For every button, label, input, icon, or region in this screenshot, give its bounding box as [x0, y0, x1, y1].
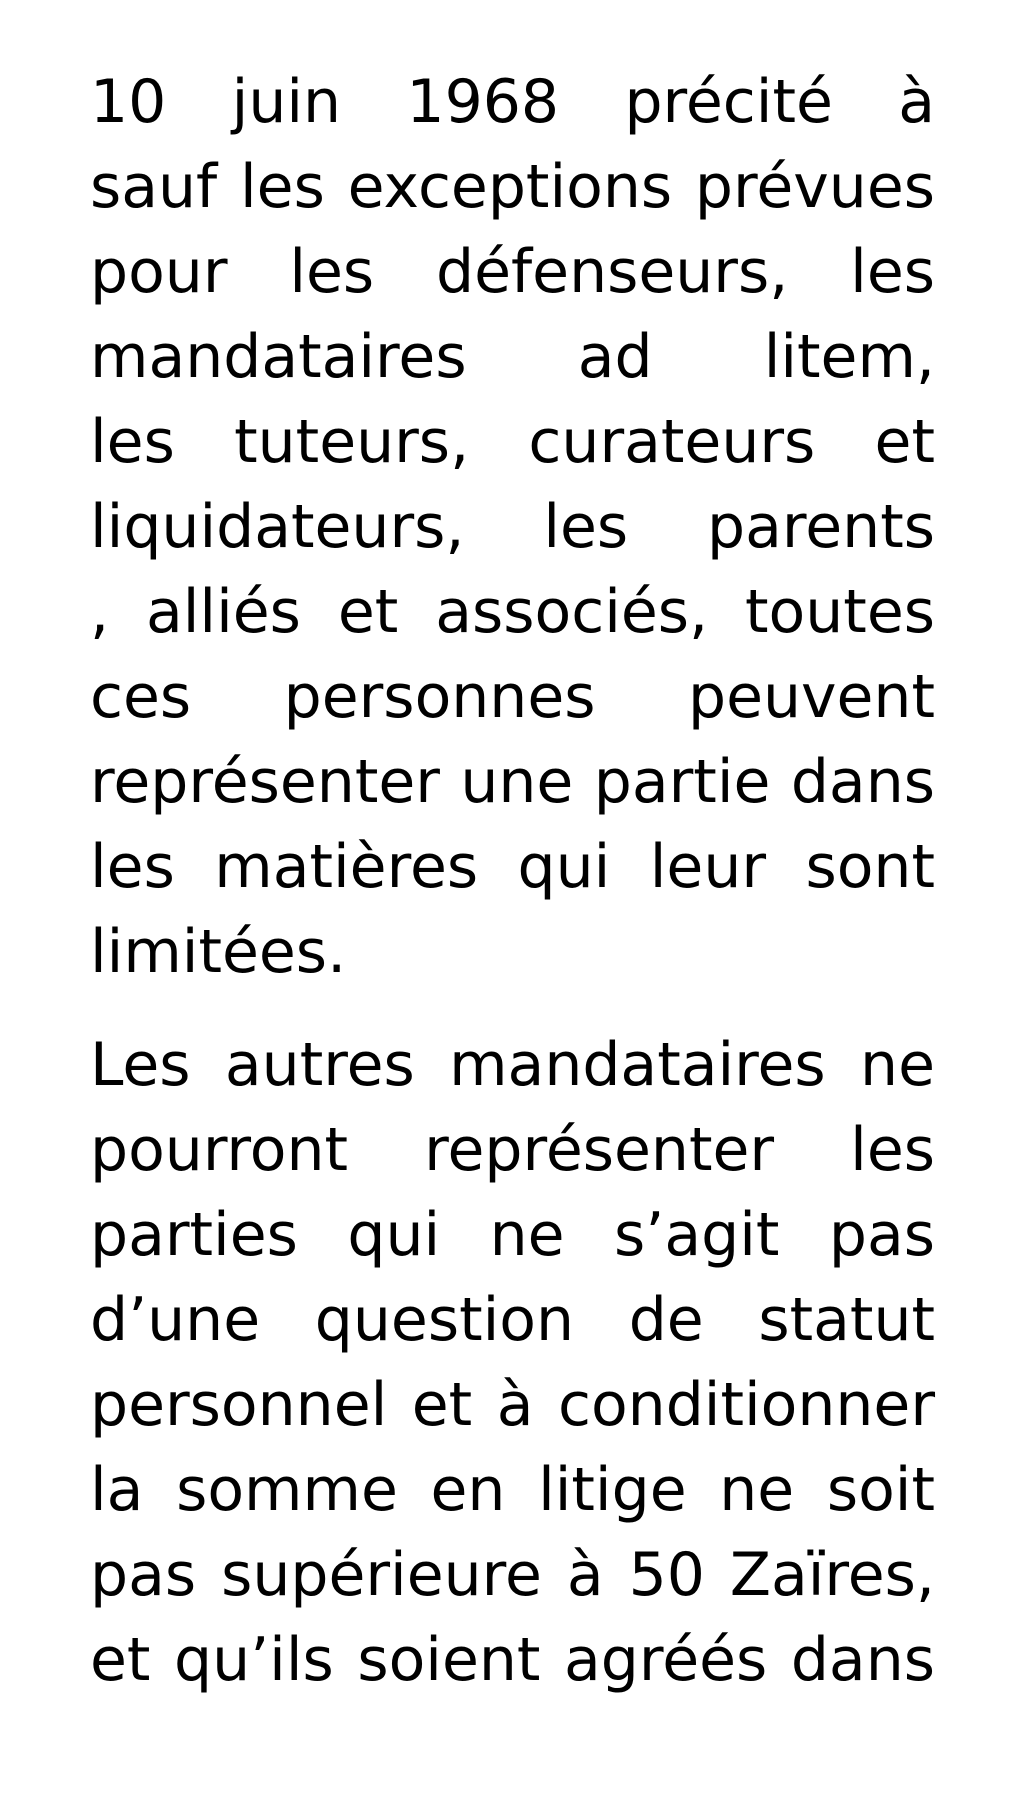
text-line: mandataires ad litem, — [90, 322, 935, 392]
text-line: pourront représenter les — [90, 1115, 935, 1185]
text-line: pour les défenseurs, les — [90, 237, 935, 307]
text-line: les tuteurs, curateurs et — [90, 407, 935, 477]
paragraph-1: 10 juin 1968 précité à sauf les exceptio… — [90, 60, 935, 995]
document-page: 10 juin 1968 précité à sauf les exceptio… — [90, 60, 935, 1703]
text-line: Les autres mandataires ne — [90, 1030, 935, 1100]
text-line: la somme en litige ne soit — [90, 1455, 935, 1525]
text-line: sauf les exceptions prévues — [90, 152, 935, 222]
text-line: liquidateurs, les parents — [90, 492, 935, 562]
text-line: pas supérieure à 50 Zaïres, — [90, 1540, 935, 1610]
text-line: limitées. — [90, 917, 347, 987]
paragraph-2: Les autres mandataires ne pourront repré… — [90, 1023, 935, 1703]
text-line: 10 juin 1968 précité à — [90, 67, 935, 137]
text-line: les matières qui leur sont — [90, 832, 935, 902]
text-line: représenter une partie dans — [90, 747, 935, 817]
text-line: et qu’ils soient agréés dans — [90, 1625, 935, 1695]
text-line: ces personnes peuvent — [90, 662, 935, 732]
text-line: d’une question de statut — [90, 1285, 935, 1355]
text-line: , alliés et associés, toutes — [90, 577, 935, 647]
text-line: personnel et à conditionner — [90, 1370, 935, 1440]
text-line: parties qui ne s’agit pas — [90, 1200, 935, 1270]
